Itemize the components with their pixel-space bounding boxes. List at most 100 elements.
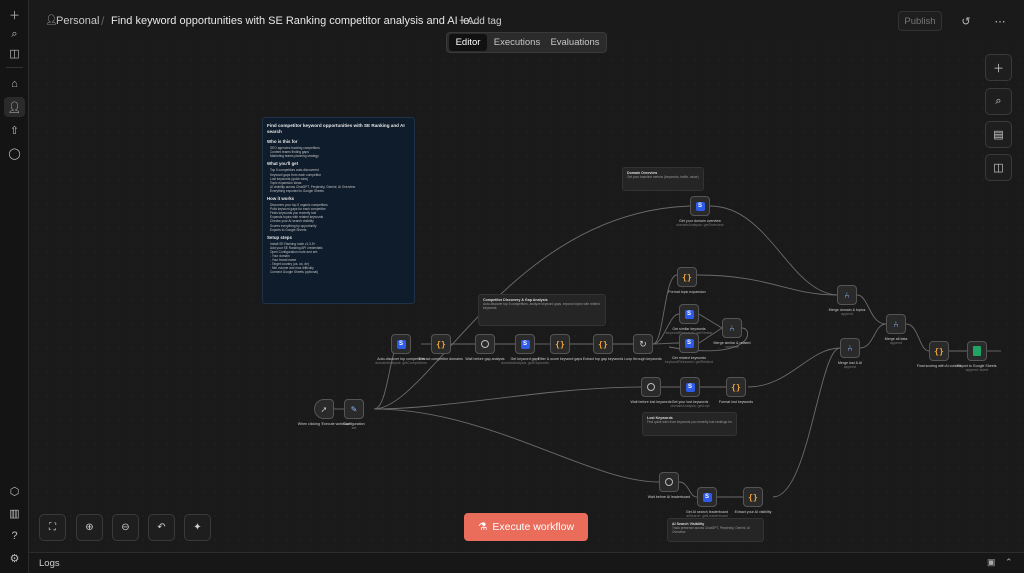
history-icon[interactable]: ↺ [957,12,975,30]
search-nodes-button[interactable]: ⌕ [985,88,1012,115]
tab-editor[interactable]: Editor [449,34,487,51]
seranking-icon: S [702,492,712,502]
node-loop[interactable]: ↻ [633,334,653,354]
node-subtitle: keywordResearch: getRelated [664,360,714,365]
more-options-icon[interactable]: ⋯ [991,12,1009,30]
wait-icon [481,340,489,348]
note-heading: Setup steps [267,234,292,240]
code-icon: {} [934,346,944,356]
node-label: Merge lost & AI append [820,361,880,369]
seranking-icon: S [684,309,694,319]
publish-button[interactable]: Publish [898,11,942,31]
node-label: Get your domain overview domainAnalysis: … [670,219,730,227]
node-lost-kw[interactable]: S [680,377,700,397]
node-subtitle: aiSearch: getLeaderboard [686,514,728,519]
sticky-ai-search[interactable]: AI Search Visibility Track presence acro… [667,518,764,542]
node-export-sheets[interactable] [967,341,987,361]
merge-icon: ⑃ [847,343,853,353]
workflow-canvas[interactable]: Find competitor keyword opportunities wi… [29,42,1024,552]
panel-toggle-icon[interactable]: ◫ [4,43,25,63]
node-extract-topics[interactable]: {} [593,334,613,354]
sticky-body: Track presence across ChatGPT, Perplexit… [672,526,750,535]
node-label: Merge domain & topics append [817,308,877,316]
node-related-kw[interactable]: S [679,333,699,353]
node-subtitle: append: sheet [965,368,989,373]
tab-evaluations[interactable]: Evaluations [546,34,604,51]
sticky-lost-keywords[interactable]: Lost Keywords Find quick wins from keywo… [642,412,737,436]
home-icon[interactable]: ⌂ [4,74,25,94]
node-wait-ai[interactable] [659,472,679,492]
note-list-item: Everything exported to Google Sheets [270,188,324,193]
search-icon[interactable]: ⌕ [4,24,25,44]
node-final-scoring[interactable]: {} [929,341,949,361]
seranking-icon: S [684,338,694,348]
chat-icon[interactable]: ◯ [4,143,25,163]
node-subtitle: combine [725,345,739,350]
settings-icon[interactable]: ⚙ [4,548,25,568]
add-tag-button[interactable]: + Add tag [459,16,502,27]
node-label: Wait before AI leaderboard [639,495,699,499]
help-icon[interactable]: ? [4,526,25,546]
node-merge-sr[interactable]: ⑃ [722,318,742,338]
workflow-title[interactable]: Find keyword opportunities with SE Ranki… [111,15,478,27]
node-label: Format topic expansion [657,290,717,294]
add-node-button[interactable]: ＋ [985,54,1012,81]
zoom-out-button[interactable]: ⊖ [112,514,139,541]
node-label: Merge similar & related combine [702,341,762,349]
plus-icon[interactable]: ＋ [4,5,25,25]
code-icon: {} [555,339,565,349]
toggle-panel-button[interactable]: ◫ [985,154,1012,181]
node-format-topic[interactable]: {} [677,267,697,287]
node-label: Merge all data append [866,337,926,345]
seranking-icon: S [520,339,530,349]
node-wait-lost[interactable] [641,377,661,397]
node-subtitle: append [844,365,856,370]
node-subtitle: domainAnalysis: getOverview [676,223,724,228]
code-icon: {} [748,492,758,502]
fit-view-button[interactable]: ⛶ [39,514,66,541]
node-similar-kw[interactable]: S [679,304,699,324]
templates-icon[interactable]: ⬡ [4,481,25,501]
node-merge-all[interactable]: ⑃ [886,314,906,334]
clean-up-button[interactable]: ✦ [184,514,211,541]
node-get-gaps[interactable]: S [515,334,535,354]
node-filter-gaps[interactable]: {} [550,334,570,354]
user-icon[interactable]: 👤︎ [4,97,25,117]
node-merge-lost-ai[interactable]: ⑃ [840,338,860,358]
node-label: Extract your AI visibility [723,510,783,514]
cursor-icon: ➚ [320,404,328,414]
node-auto-discover[interactable]: S [391,334,411,354]
node-extract-domains[interactable]: {} [431,334,451,354]
logs-popout-icon[interactable]: ▣ [987,557,996,568]
node-config[interactable]: ✎ [344,399,364,419]
workflow-description-note[interactable]: Find competitor keyword opportunities wi… [262,117,415,304]
execute-workflow-button[interactable]: ⚗ Execute workflow [464,513,588,541]
logs-panel[interactable]: Logs ▣ ⌃ [29,552,1024,573]
breadcrumb-separator: / [101,14,105,28]
node-wait-gap[interactable] [475,334,495,354]
note-heading: What you'll get [267,161,299,167]
sticky-competitor-discovery[interactable]: Competitor Discovery & Gap Analysis Auto… [478,294,606,326]
node-title: Loop through keywords [624,357,662,361]
chevron-up-icon[interactable]: ⌃ [1005,557,1013,568]
node-subtitle: set [351,426,357,431]
node-trigger[interactable]: ➚ [314,399,334,419]
sticky-domain-overview[interactable]: Domain Overview Get your baseline metric… [622,167,704,191]
node-merge-domain[interactable]: ⑃ [837,285,857,305]
zoom-in-button[interactable]: ⊕ [76,514,103,541]
node-title: Wait before AI leaderboard [647,495,691,499]
share-icon[interactable]: ⇧ [4,120,25,140]
note-heading: Who is this for [267,139,298,145]
add-sticky-button[interactable]: ▤ [985,121,1012,148]
code-icon: {} [682,272,692,282]
breadcrumb-project[interactable]: Personal [56,15,99,27]
tab-executions[interactable]: Executions [489,34,545,51]
node-extract-ai[interactable]: {} [743,487,763,507]
insights-icon[interactable]: ▥ [4,503,25,523]
node-ai-leaderboard[interactable]: S [697,487,717,507]
node-label: Configuration set [324,422,384,430]
node-domain-overview[interactable]: S [690,196,710,216]
node-format-lost[interactable]: {} [726,377,746,397]
undo-button[interactable]: ↶ [148,514,175,541]
node-title: Format topic expansion [668,290,706,294]
